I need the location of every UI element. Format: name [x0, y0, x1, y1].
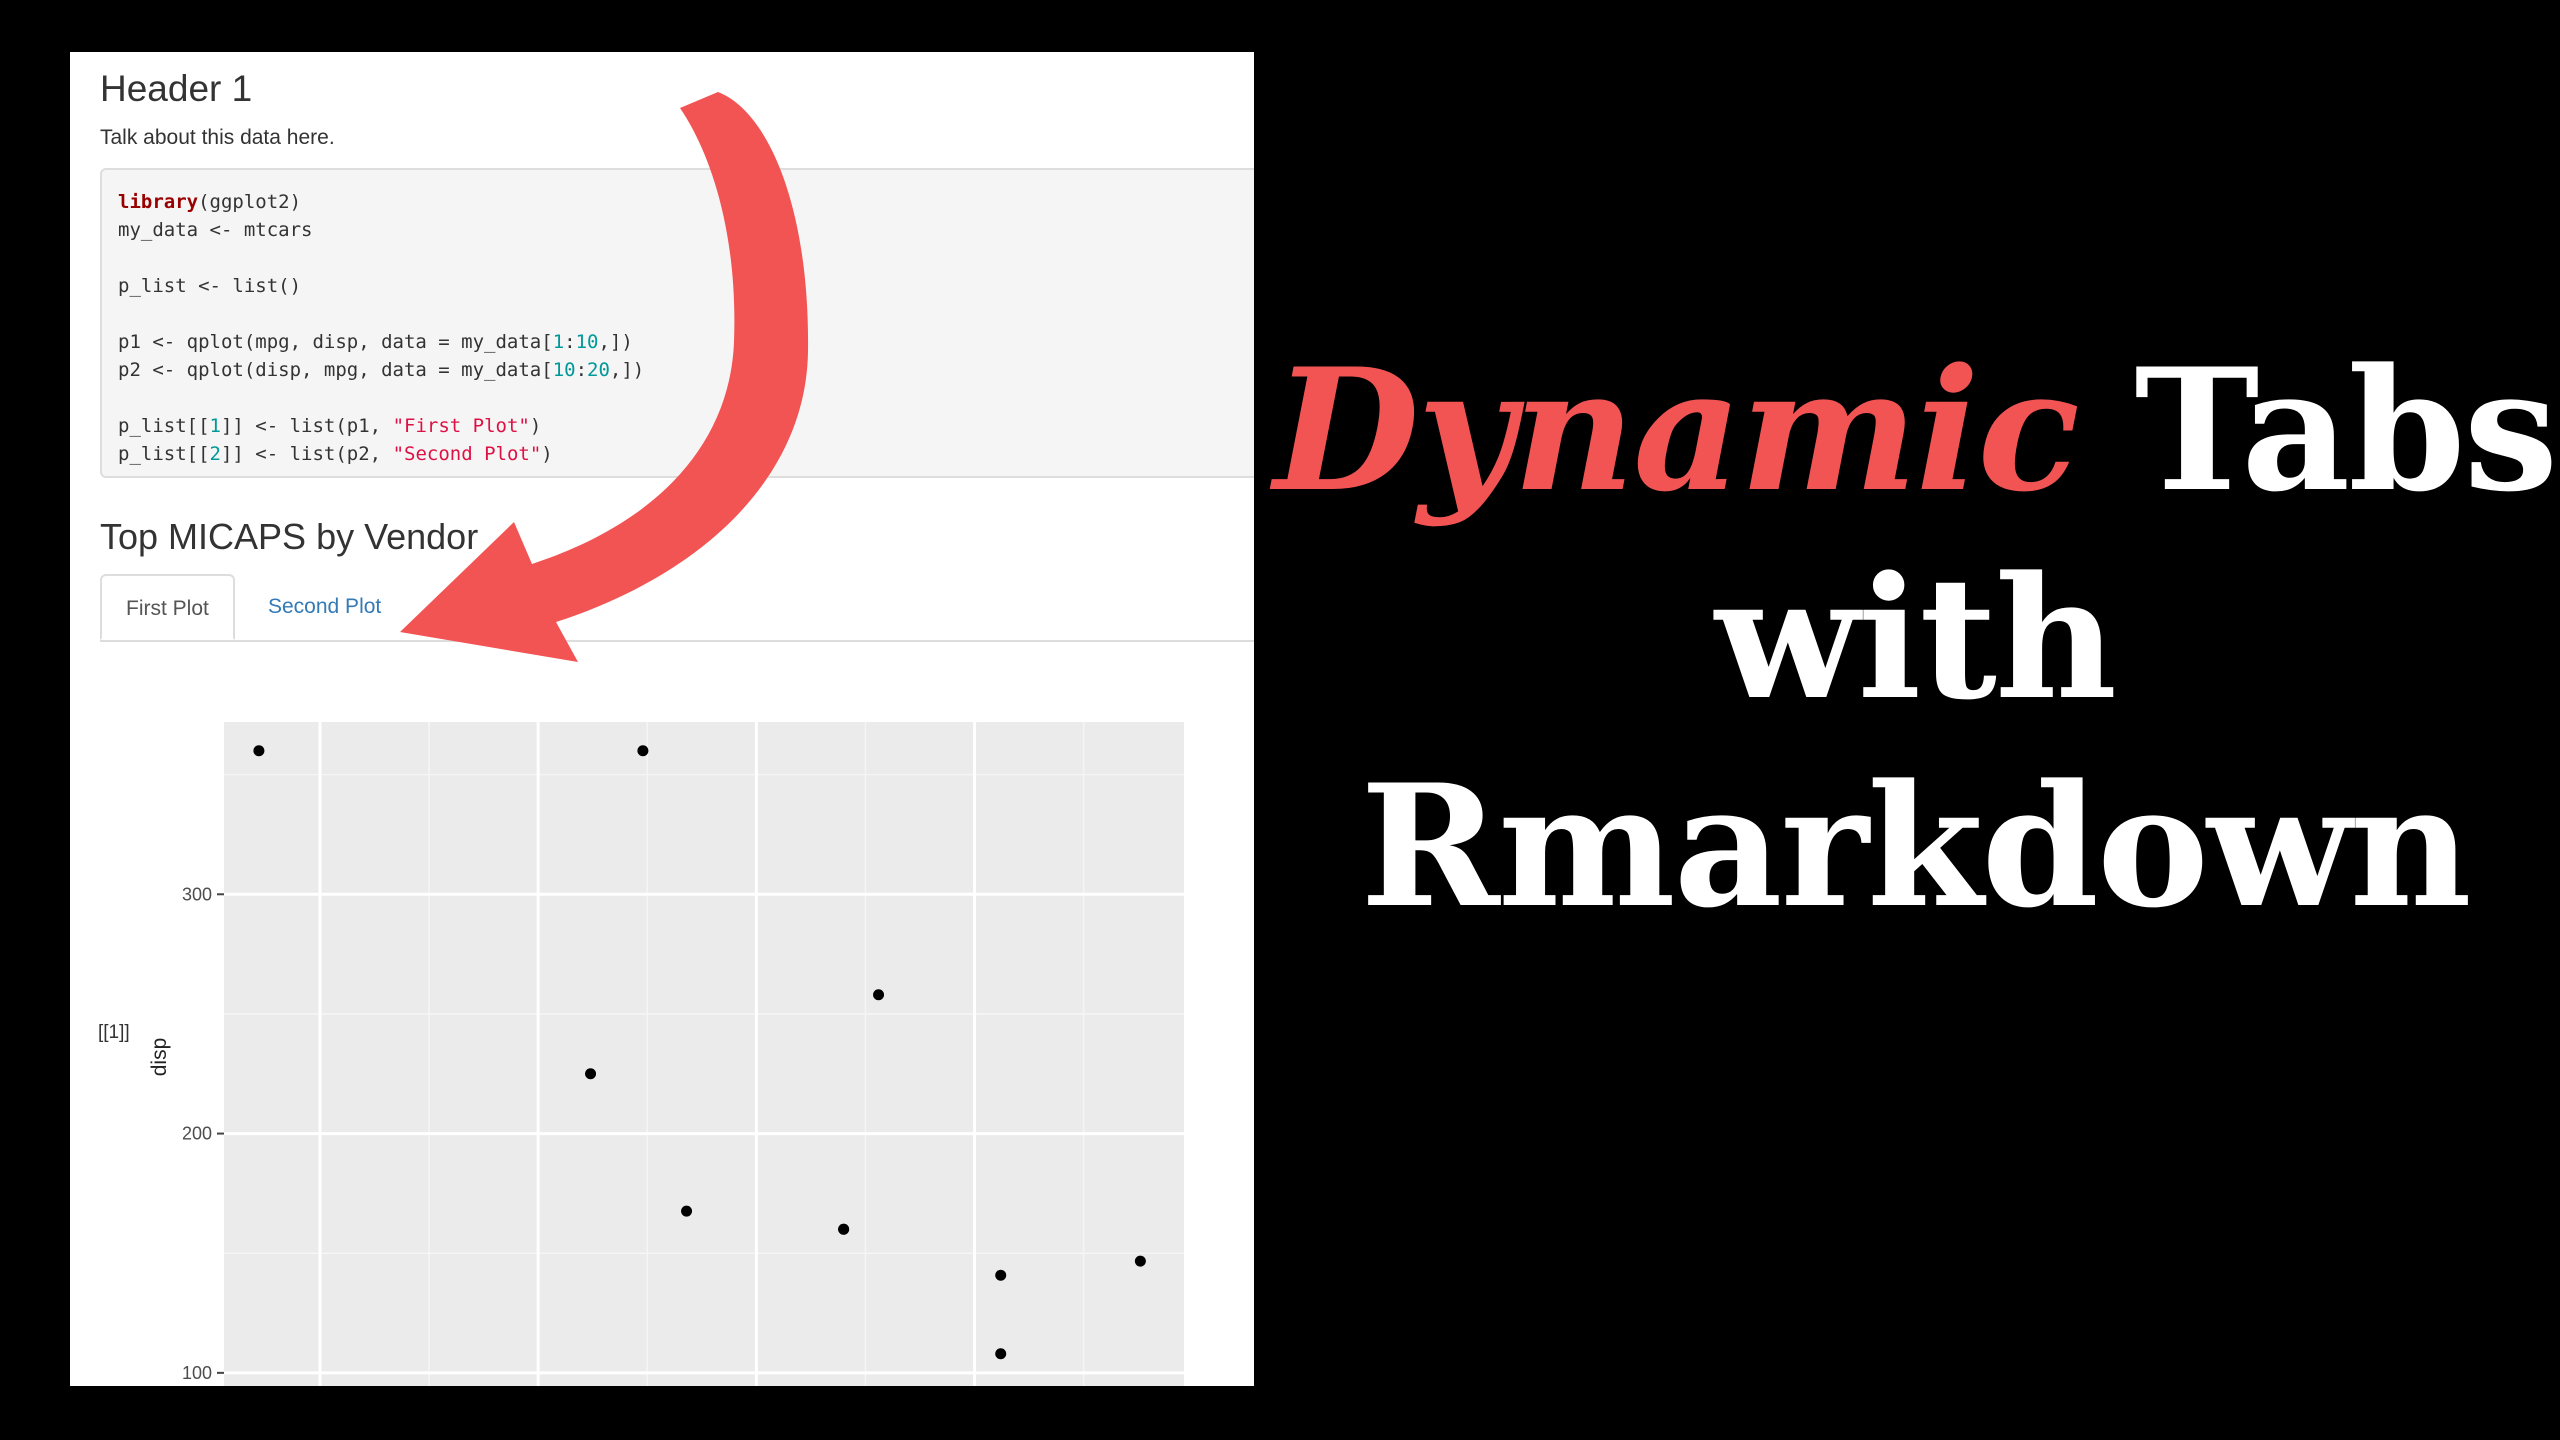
data-point: [838, 1223, 850, 1235]
title-accent-word: Dynamic: [1273, 331, 2080, 529]
document-header: Header 1: [100, 68, 253, 109]
code-number: 10: [575, 331, 599, 353]
data-point: [995, 1269, 1007, 1281]
code-number: 2: [209, 443, 221, 465]
tab-bar: First Plot Second Plot: [100, 574, 1254, 642]
data-point: [1134, 1255, 1146, 1267]
rmarkdown-document-screenshot: Header 1 Talk about this data here. libr…: [70, 52, 1254, 1386]
code-text: p1 <- qplot(mpg, disp, data = my_data[: [118, 331, 553, 353]
tab-first-plot[interactable]: First Plot: [100, 574, 235, 640]
code-line: p_list <- list(): [118, 275, 302, 297]
code-text: :: [575, 359, 588, 381]
code-text: p_list[[: [118, 443, 210, 465]
code-line: p_list[[2]] <- list(p2, "Second Plot"): [118, 440, 1254, 468]
code-function: library: [118, 191, 199, 213]
code-number: 10: [552, 359, 576, 381]
code-text: ): [529, 415, 542, 437]
title-line-1: Dynamic Tabs: [1270, 340, 2560, 520]
code-text: ,]): [598, 331, 633, 353]
intro-text: Talk about this data here.: [100, 126, 335, 149]
code-string: "First Plot": [392, 415, 530, 437]
code-text: (ggplot2): [198, 191, 302, 213]
code-number: 1: [552, 331, 565, 353]
data-point: [253, 745, 265, 757]
title-line-2: with: [1714, 539, 2117, 737]
code-text: p_list[[: [118, 415, 210, 437]
code-text: ,]): [609, 359, 645, 381]
code-number: 20: [587, 359, 610, 381]
data-point: [681, 1205, 693, 1217]
scatter-plot: 15.017.520.022.5100200300dispmpg: [148, 722, 1184, 1386]
data-point: [873, 989, 885, 1001]
code-line: library(ggplot2): [118, 188, 1254, 216]
code-line: p1 <- qplot(mpg, disp, data = my_data[1:…: [118, 328, 1254, 356]
code-block: library(ggplot2) my_data <- mtcars p_lis…: [100, 168, 1254, 478]
y-tick-label: 200: [182, 1124, 212, 1144]
video-title: Dynamic Tabs with Rmarkdown: [1270, 340, 2560, 936]
code-text: p2 <- qplot(disp, mpg, data = my_data[: [118, 359, 553, 381]
title-line-3: Rmarkdown: [1360, 747, 2471, 945]
code-string: "Second Plot": [392, 443, 542, 465]
data-point: [637, 745, 649, 757]
data-point: [585, 1068, 597, 1080]
code-line: p2 <- qplot(disp, mpg, data = my_data[10…: [118, 356, 1254, 384]
code-line: p_list[[1]] <- list(p1, "First Plot"): [118, 412, 1254, 440]
y-tick-label: 100: [182, 1363, 212, 1383]
y-tick-label: 300: [182, 884, 212, 904]
code-text: ): [541, 443, 553, 465]
section-title: Top MICAPS by Vendor: [100, 516, 479, 557]
code-line: my_data <- mtcars: [118, 219, 313, 241]
code-text: ]] <- list(p1,: [220, 415, 393, 437]
data-point: [995, 1348, 1007, 1360]
code-number: 1: [209, 415, 221, 437]
code-text: ]] <- list(p2,: [220, 443, 393, 465]
y-axis-label: disp: [148, 1038, 171, 1077]
tab-second-plot[interactable]: Second Plot: [244, 574, 405, 640]
code-text: :: [564, 331, 576, 353]
title-word: Tabs: [2077, 331, 2558, 529]
plot-panel: [224, 722, 1184, 1386]
